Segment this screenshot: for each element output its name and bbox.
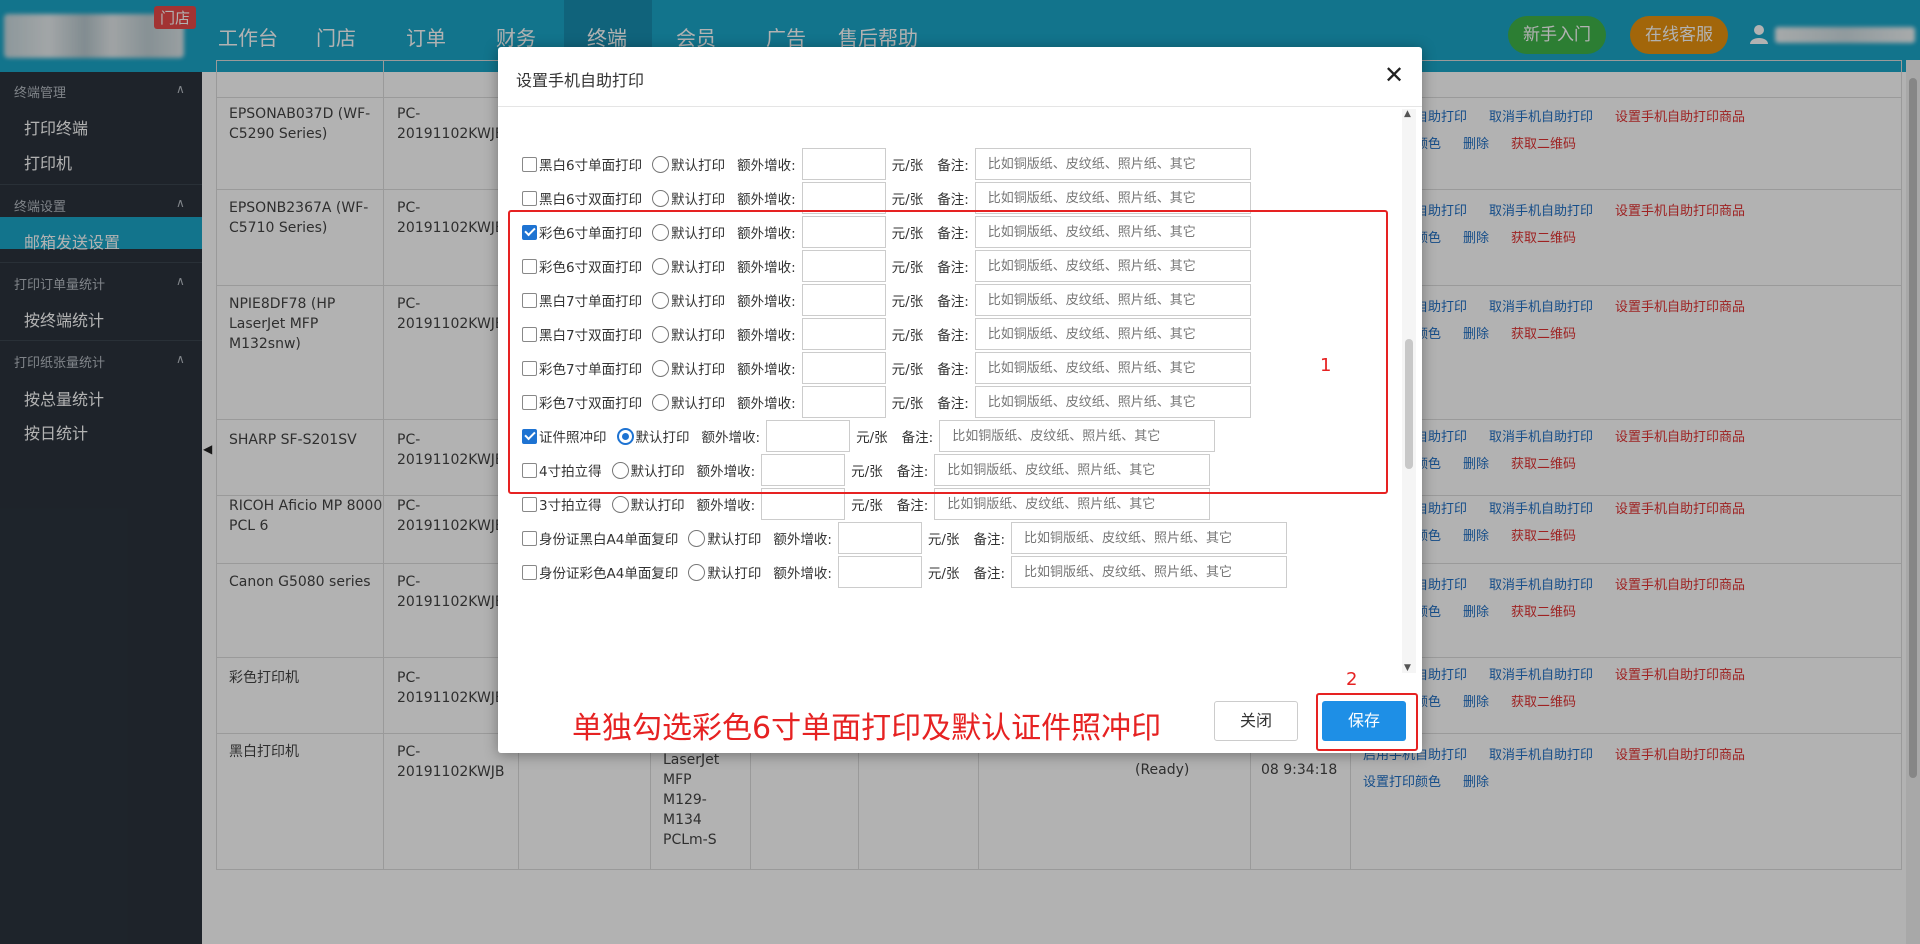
annotation-box-1	[508, 210, 1388, 494]
default-print-radio[interactable]	[688, 529, 706, 547]
default-print-label: 默认打印	[630, 498, 685, 514]
extra-charge-label: 额外增收:	[773, 566, 832, 582]
dialog-body: 身份证彩色A4单面复印默认打印额外增收:元/张备注:身份证黑白A4单面复印默认打…	[498, 107, 1422, 675]
extra-charge-label: 额外增收:	[737, 158, 796, 174]
unit-label: 元/张	[891, 158, 924, 174]
option-name: 黑白6寸单面打印	[539, 158, 643, 174]
default-print-label: 默认打印	[707, 532, 762, 548]
note-label: 备注:	[973, 532, 1006, 548]
unit-label: 元/张	[851, 498, 883, 514]
extra-charge-label: 额外增收:	[737, 192, 796, 208]
extra-charge-input[interactable]	[837, 522, 922, 554]
extra-charge-label: 额外增收:	[773, 532, 832, 548]
print-option-row: 黑白6寸单面打印 默认打印 额外增收: 元/张 备注:	[522, 147, 1251, 181]
annotation-label-2: 2	[1346, 669, 1358, 690]
default-print-radio[interactable]	[688, 563, 706, 581]
option-checkbox[interactable]	[522, 190, 537, 206]
note-label: 备注:	[896, 498, 929, 514]
option-name: 黑白6寸双面打印	[539, 192, 643, 208]
note-label: 备注:	[937, 158, 969, 174]
close-icon[interactable]: ✕	[1380, 61, 1408, 89]
note-input[interactable]	[974, 148, 1251, 180]
default-print-label: 默认打印	[671, 158, 726, 174]
save-button[interactable]: 保存	[1322, 701, 1406, 741]
option-name: 3寸拍立得	[539, 498, 602, 514]
default-print-radio[interactable]	[611, 495, 629, 513]
option-name: 身份证黑白A4单面复印	[539, 532, 679, 548]
option-name: 身份证彩色A4单面复印	[539, 566, 679, 582]
scroll-down-icon[interactable]: ▼	[1404, 663, 1411, 673]
unit-label: 元/张	[927, 566, 960, 582]
annotation-label-1: 1	[1320, 355, 1332, 376]
note-input[interactable]	[1011, 522, 1288, 554]
dialog-footer: 单独勾选彩色6寸单面打印及默认证件照冲印 关闭 2 保存	[498, 669, 1422, 753]
note-label: 备注:	[973, 566, 1006, 582]
default-print-radio[interactable]	[652, 155, 670, 173]
option-checkbox[interactable]	[522, 530, 537, 546]
default-print-radio[interactable]	[652, 189, 670, 207]
note-label: 备注:	[937, 192, 969, 208]
default-print-label: 默认打印	[707, 566, 762, 582]
print-option-row: 身份证彩色A4单面复印 默认打印 额外增收: 元/张 备注:	[522, 555, 1288, 589]
option-checkbox[interactable]	[522, 156, 537, 172]
default-print-label: 默认打印	[671, 192, 726, 208]
annotation-instruction: 单独勾选彩色6寸单面打印及默认证件照冲印	[572, 711, 1162, 746]
close-button[interactable]: 关闭	[1214, 701, 1298, 741]
dialog-scrollbar-thumb[interactable]	[1405, 339, 1413, 469]
dialog-title: 设置手机自助打印	[516, 71, 645, 90]
unit-label: 元/张	[927, 532, 960, 548]
mobile-print-settings-dialog: 设置手机自助打印 ✕ 身份证彩色A4单面复印默认打印额外增收:元/张备注:身份证…	[498, 47, 1422, 753]
option-checkbox[interactable]	[522, 564, 537, 580]
unit-label: 元/张	[891, 192, 924, 208]
extra-charge-input[interactable]	[837, 556, 922, 588]
dialog-scrollbar[interactable]: ▲ ▼	[1402, 109, 1416, 673]
note-input[interactable]	[1011, 556, 1288, 588]
dialog-header: 设置手机自助打印 ✕	[498, 47, 1422, 107]
option-checkbox[interactable]	[522, 496, 537, 512]
extra-charge-label: 额外增收:	[696, 498, 756, 514]
print-option-row: 身份证黑白A4单面复印 默认打印 额外增收: 元/张 备注:	[522, 521, 1288, 555]
extra-charge-input[interactable]	[801, 148, 886, 180]
scroll-up-icon[interactable]: ▲	[1404, 109, 1411, 119]
